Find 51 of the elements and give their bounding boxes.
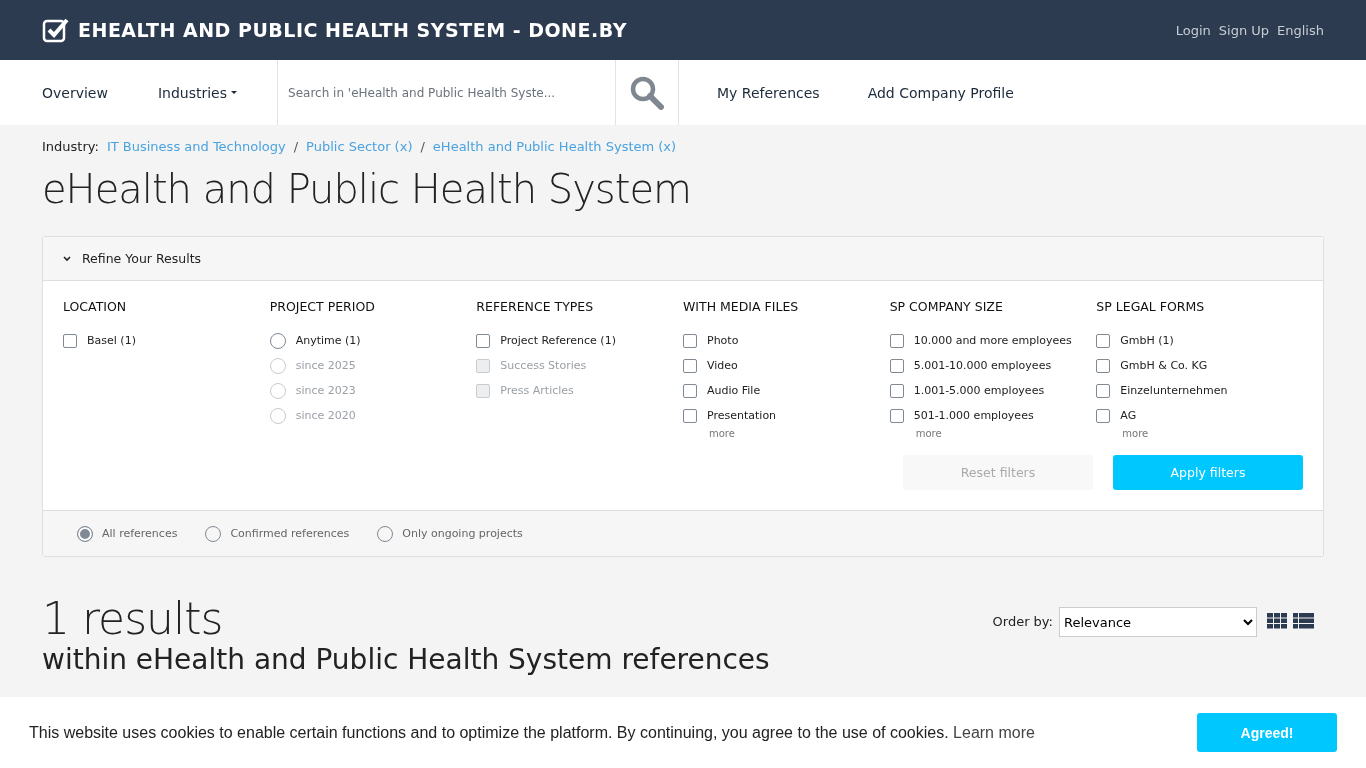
filter-group-title: SP LEGAL FORMS <box>1096 299 1206 314</box>
option-label: since 2025 <box>295 359 356 372</box>
results-subtitle: within eHealth and Public Health System references <box>42 643 770 677</box>
option-label: Audio File <box>707 384 761 397</box>
more-link[interactable]: more <box>709 428 890 439</box>
option-label: 501-1.000 employees <box>913 409 1034 422</box>
option-label: AG <box>1120 409 1137 422</box>
option-label: Basel (1) <box>87 334 136 347</box>
more-link[interactable]: more <box>915 428 1097 439</box>
nav-link[interactable]: Overview <box>42 60 108 125</box>
order-select[interactable]: Relevance <box>1059 607 1257 637</box>
nav-link[interactable]: My References <box>717 60 820 125</box>
site-title: EHEALTH AND PUBLIC HEALTH SYSTEM - DONE.BY <box>78 19 627 41</box>
breadcrumb-separator: / <box>293 139 299 154</box>
header-link[interactable]: English <box>1277 22 1324 38</box>
option-label: GmbH (1) <box>1120 334 1174 347</box>
filter-group-title: PROJECT PERIOD <box>269 299 376 314</box>
breadcrumb-label: Industry: <box>42 139 99 154</box>
learn-more-link[interactable]: Learn more <box>953 723 1035 741</box>
page-title: eHealth and Public Health System <box>42 166 692 212</box>
option-label: Press Articles <box>500 384 574 397</box>
option-label: Presentation <box>707 409 777 422</box>
header-link[interactable]: Login <box>1175 22 1211 38</box>
option-label: Project Reference (1) <box>500 334 616 347</box>
option-label: All references <box>102 527 178 540</box>
option-label: 5.001-10.000 employees <box>913 359 1052 372</box>
option-label: 10.000 and more employees <box>913 334 1072 347</box>
more-link[interactable]: more <box>1122 428 1303 439</box>
option-label: Success Stories <box>500 359 587 372</box>
option-label: Only ongoing projects <box>402 527 523 540</box>
filter-group-title: LOCATION <box>63 299 128 314</box>
filter-group-title: WITH MEDIA FILES <box>683 299 800 314</box>
header-link[interactable]: Sign Up <box>1218 22 1270 38</box>
option-label: since 2020 <box>295 409 356 422</box>
nav-link[interactable]: Industries <box>157 60 238 125</box>
option-label: GmbH & Co. KG <box>1120 359 1208 372</box>
option-label: 1.001-5.000 employees <box>913 384 1045 397</box>
option-label: Video <box>707 359 738 372</box>
results-count: 1 results <box>42 595 224 644</box>
refine-toggle[interactable]: Refine Your Results <box>63 251 202 266</box>
filter-group-title: SP COMPANY SIZE <box>889 299 1004 314</box>
order-label: Order by: <box>992 613 1053 631</box>
option-label: Einzelunternehmen <box>1120 384 1228 397</box>
cookie-message: This website uses cookies to enable certain functions and to optimize the platform. By continuing, you agree to the use of cookies. Learn more <box>29 723 1035 742</box>
option-label: Photo <box>707 334 739 347</box>
breadcrumb-separator: / <box>420 139 425 154</box>
filter-group-title: REFERENCE TYPES <box>476 299 595 314</box>
nav-link[interactable]: Add Company Profile <box>867 60 1014 125</box>
option-label: since 2023 <box>295 384 356 397</box>
option-label: Anytime (1) <box>295 334 361 347</box>
option-label: Confirmed references <box>230 527 350 540</box>
